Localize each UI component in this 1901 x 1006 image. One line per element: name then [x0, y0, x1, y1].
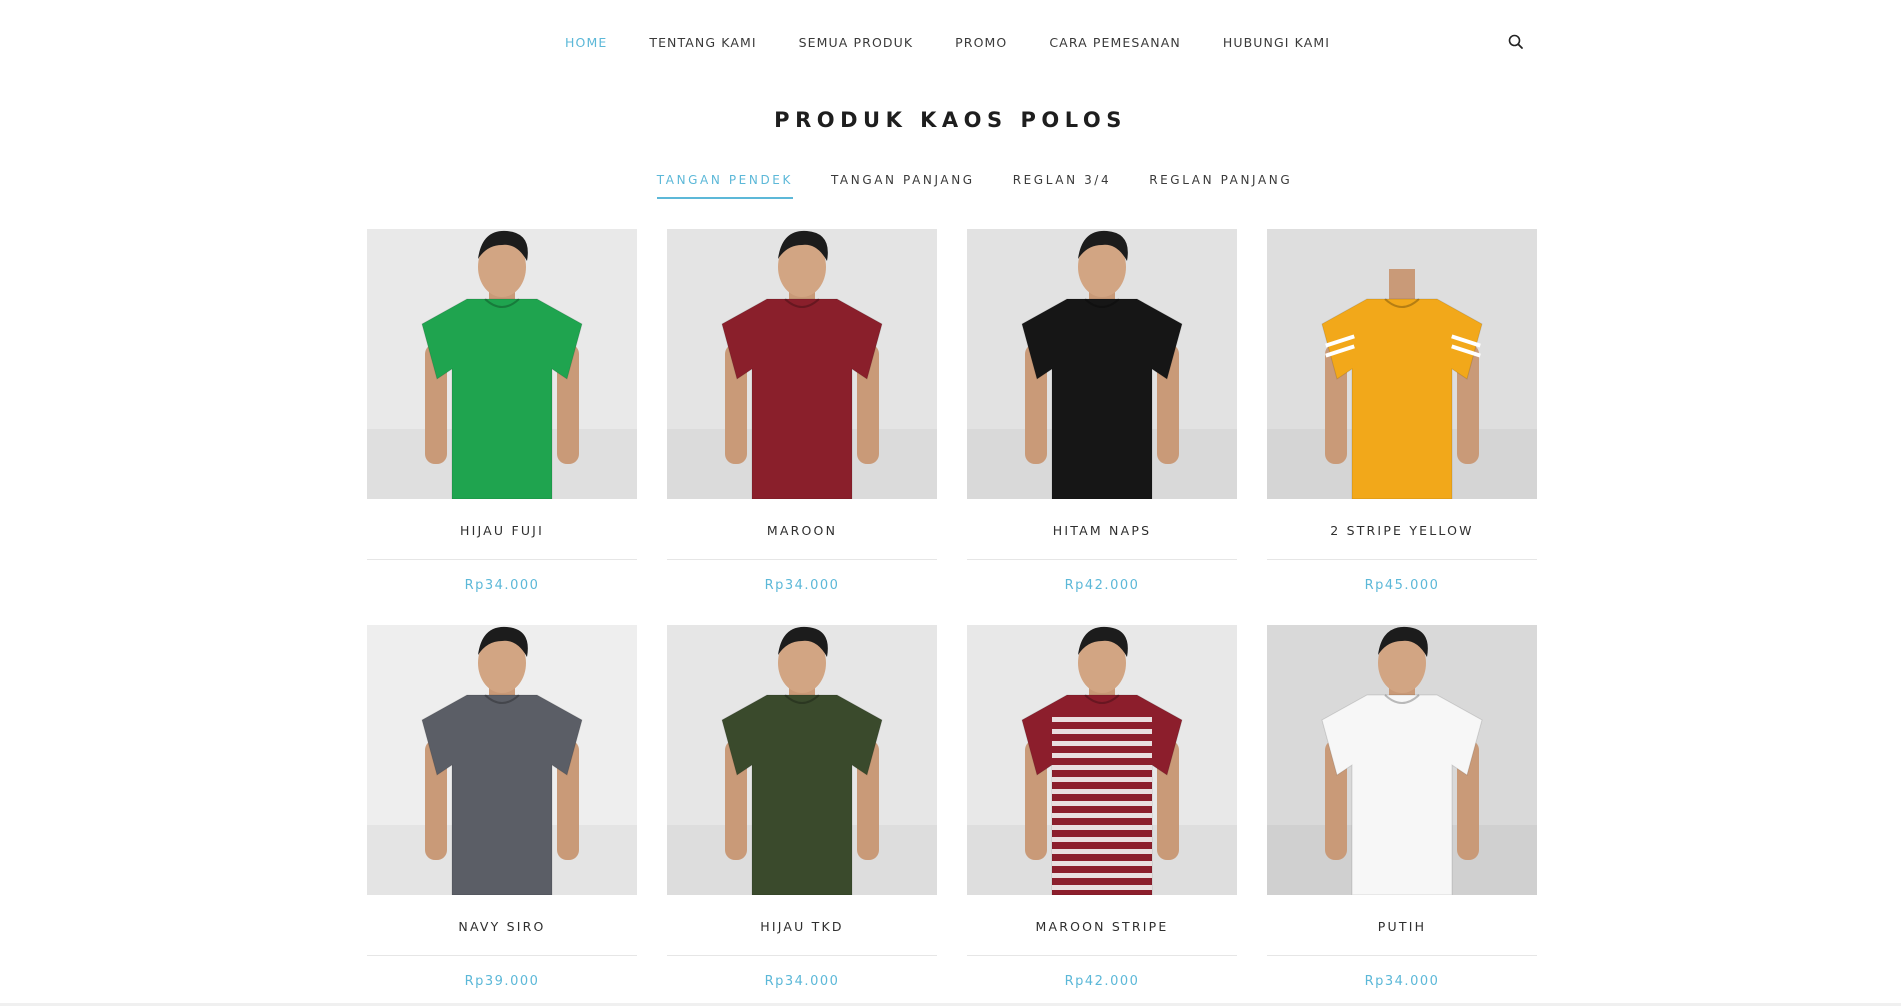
product-price: Rp42.000 [1064, 578, 1140, 593]
nav-item-promo[interactable]: PROMO [955, 35, 1007, 50]
tab-tangan-panjang[interactable]: TANGAN PANJANG [831, 173, 975, 199]
product-name[interactable]: HIJAU TKD [667, 919, 937, 941]
product-image[interactable] [967, 229, 1237, 499]
product-image[interactable] [1267, 625, 1537, 895]
divider [667, 955, 937, 956]
divider [967, 559, 1237, 560]
product-image[interactable] [367, 625, 637, 895]
tab-reglan-3-4[interactable]: REGLAN 3/4 [1013, 173, 1112, 199]
tab-reglan-panjang[interactable]: REGLAN PANJANG [1149, 173, 1292, 199]
product-price: Rp34.000 [764, 974, 840, 989]
product-price: Rp34.000 [764, 578, 840, 593]
product-photo [967, 625, 1237, 895]
nav-item-semua-produk[interactable]: SEMUA PRODUK [799, 35, 914, 50]
product-name[interactable]: HIJAU FUJI [367, 523, 637, 545]
product-price: Rp34.000 [1364, 974, 1440, 989]
product-name[interactable]: HITAM NAPS [967, 523, 1237, 545]
product-card[interactable]: HITAM NAPS Rp42.000 [967, 229, 1237, 593]
search-icon[interactable] [1507, 33, 1525, 51]
product-photo [367, 229, 637, 499]
product-card[interactable]: MAROON STRIPE Rp42.000 [967, 625, 1237, 989]
product-image[interactable] [1267, 229, 1537, 499]
product-name[interactable]: PUTIH [1267, 919, 1537, 941]
product-price: Rp34.000 [464, 578, 540, 593]
product-image[interactable] [667, 625, 937, 895]
category-tabs: TANGAN PENDEK TANGAN PANJANG REGLAN 3/4 … [0, 173, 1901, 199]
product-photo [367, 625, 637, 895]
product-photo [667, 229, 937, 499]
divider [367, 955, 637, 956]
product-card[interactable]: HIJAU FUJI Rp34.000 [367, 229, 637, 593]
divider [1267, 955, 1537, 956]
product-grid: HIJAU FUJI Rp34.000 MAROON Rp34.000 HITA… [367, 229, 1537, 989]
nav-item-hubungi-kami[interactable]: HUBUNGI KAMI [1223, 35, 1330, 50]
nav-item-home[interactable]: HOME [565, 35, 607, 50]
product-price: Rp45.000 [1364, 578, 1440, 593]
nav-item-tentang-kami[interactable]: TENTANG KAMI [649, 35, 756, 50]
product-name[interactable]: MAROON STRIPE [967, 919, 1237, 941]
product-image[interactable] [967, 625, 1237, 895]
product-name[interactable]: 2 STRIPE YELLOW [1267, 523, 1537, 545]
divider [367, 559, 637, 560]
nav-links: HOME TENTANG KAMI SEMUA PRODUK PROMO CAR… [565, 33, 1372, 51]
product-price: Rp42.000 [1064, 974, 1140, 989]
product-card[interactable]: MAROON Rp34.000 [667, 229, 937, 593]
product-photo [667, 625, 937, 895]
product-image[interactable] [667, 229, 937, 499]
product-card[interactable]: HIJAU TKD Rp34.000 [667, 625, 937, 989]
product-card[interactable]: 2 STRIPE YELLOW Rp45.000 [1267, 229, 1537, 593]
divider [967, 955, 1237, 956]
product-photo [1267, 229, 1537, 499]
nav-item-cara-pemesanan[interactable]: CARA PEMESANAN [1049, 35, 1180, 50]
divider [667, 559, 937, 560]
product-name[interactable]: NAVY SIRO [367, 919, 637, 941]
navbar: HOME TENTANG KAMI SEMUA PRODUK PROMO CAR… [0, 0, 1901, 84]
divider [1267, 559, 1537, 560]
product-card[interactable]: NAVY SIRO Rp39.000 [367, 625, 637, 989]
product-photo [1267, 625, 1537, 895]
tab-tangan-pendek[interactable]: TANGAN PENDEK [656, 173, 794, 199]
product-price: Rp39.000 [464, 974, 540, 989]
product-photo [967, 229, 1237, 499]
product-name[interactable]: MAROON [667, 523, 937, 545]
product-image[interactable] [367, 229, 637, 499]
product-card[interactable]: PUTIH Rp34.000 [1267, 625, 1537, 989]
page-title: PRODUK KAOS POLOS [774, 108, 1127, 132]
